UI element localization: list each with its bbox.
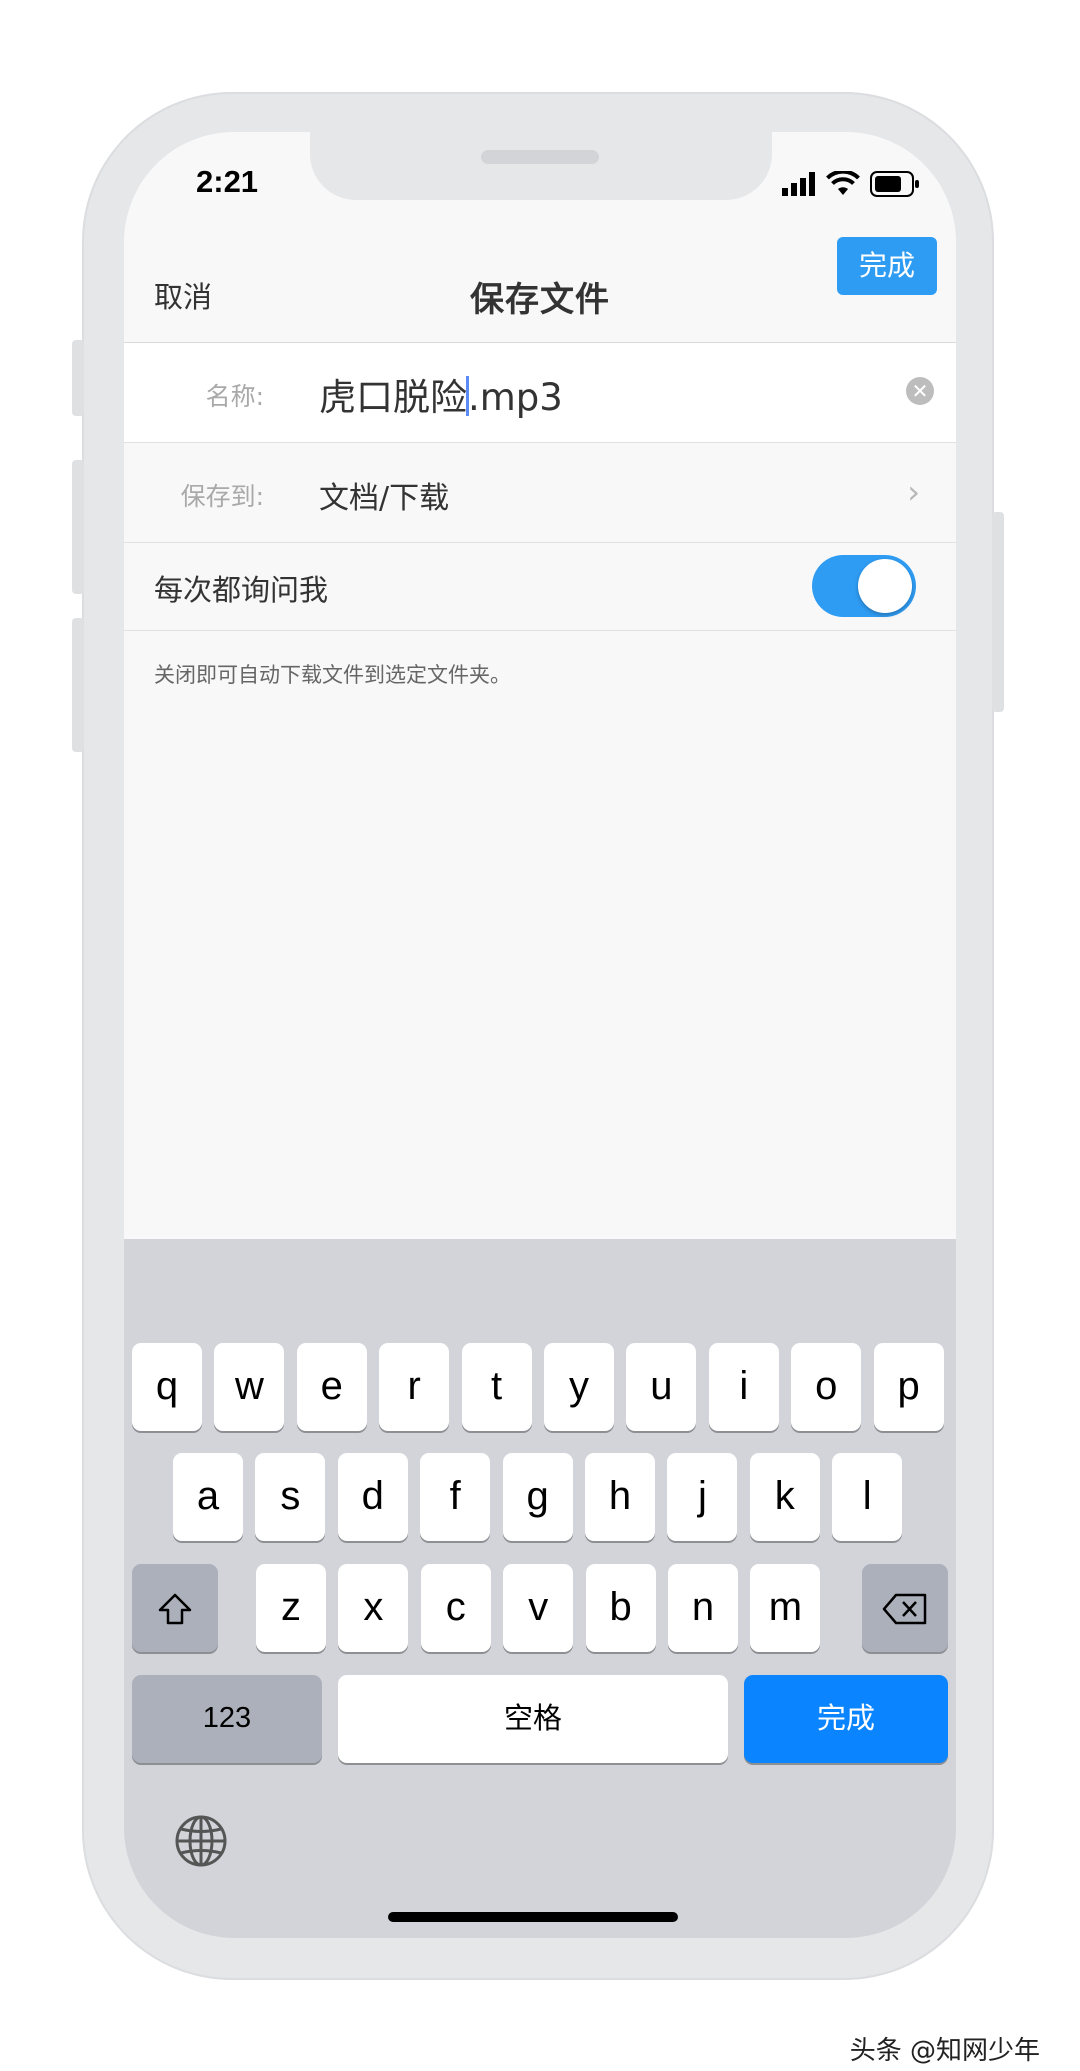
clear-text-icon[interactable]: ✕ (906, 377, 934, 405)
key-m[interactable]: m (750, 1564, 821, 1652)
signal-icon (782, 172, 815, 196)
key-p[interactable]: p (873, 1343, 944, 1431)
key-v[interactable]: v (503, 1564, 574, 1652)
page-title: 保存文件 (470, 280, 610, 320)
globe-icon[interactable] (174, 1814, 228, 1868)
key-z[interactable]: z (256, 1564, 326, 1652)
phone-screen: 2:21 取消 保存文件 完成 名称: 虎口脱险.mp3 ✕ 保存到: 文档/下… (124, 132, 956, 1938)
volume-up-button (72, 460, 84, 594)
ask-every-time-label: 每次都询问我 (154, 573, 329, 607)
key-e[interactable]: e (296, 1343, 367, 1431)
filename-text-before-cursor: 虎口脱险 (319, 376, 467, 419)
save-location-label: 保存到: (180, 482, 264, 511)
key-d[interactable]: d (337, 1453, 408, 1541)
notch (310, 132, 772, 200)
save-location-value: 文档/下载 (319, 481, 450, 516)
shift-icon (158, 1594, 192, 1625)
home-indicator[interactable] (388, 1912, 678, 1922)
done-button[interactable]: 完成 (837, 237, 937, 295)
toggle-knob (858, 559, 912, 613)
chevron-right-icon: › (907, 473, 920, 511)
key-l[interactable]: l (832, 1453, 903, 1541)
status-icons (782, 170, 920, 198)
filename-row: 名称: 虎口脱险.mp3 ✕ (124, 343, 956, 443)
key-n[interactable]: n (668, 1564, 738, 1652)
filename-input[interactable]: 虎口脱险.mp3 (319, 367, 563, 421)
key-q[interactable]: q (132, 1343, 202, 1431)
backspace-key[interactable] (862, 1564, 948, 1652)
volume-down-button (72, 618, 84, 752)
status-time: 2:21 (196, 164, 259, 199)
save-location-row[interactable]: 保存到: 文档/下载 › (124, 443, 956, 543)
battery-icon (870, 171, 919, 197)
key-g[interactable]: g (502, 1453, 573, 1541)
mute-switch (72, 340, 84, 416)
hint-text: 关闭即可自动下载文件到选定文件夹。 (154, 663, 511, 687)
shift-key[interactable] (132, 1564, 218, 1652)
filename-text-after-cursor: .mp3 (468, 376, 563, 419)
key-t[interactable]: t (461, 1343, 532, 1431)
key-w[interactable]: w (214, 1343, 285, 1431)
key-x[interactable]: x (338, 1564, 409, 1652)
wifi-icon (826, 171, 860, 195)
keyboard: qwertyuiop asdfghjkl zxcvbnm 123 空格 完成 (124, 1239, 956, 1938)
key-o[interactable]: o (791, 1343, 862, 1431)
key-j[interactable]: j (667, 1453, 738, 1541)
power-button (992, 512, 1004, 712)
keyboard-done-key[interactable]: 完成 (744, 1675, 948, 1763)
space-key[interactable]: 空格 (338, 1675, 728, 1763)
ask-every-time-row: 每次都询问我 (124, 543, 956, 631)
filename-label: 名称: (205, 382, 264, 411)
key-s[interactable]: s (255, 1453, 326, 1541)
key-r[interactable]: r (379, 1343, 450, 1431)
key-h[interactable]: h (585, 1453, 655, 1541)
key-k[interactable]: k (749, 1453, 820, 1541)
key-b[interactable]: b (585, 1564, 656, 1652)
key-c[interactable]: c (420, 1564, 491, 1652)
backspace-icon (882, 1594, 927, 1625)
speaker-grille (481, 150, 599, 164)
watermark-text: 头条 @知网少年 (849, 2036, 1040, 2066)
key-a[interactable]: a (173, 1453, 243, 1541)
navigation-bar: 取消 保存文件 完成 (124, 232, 956, 343)
key-f[interactable]: f (420, 1453, 491, 1541)
key-i[interactable]: i (708, 1343, 779, 1431)
key-u[interactable]: u (626, 1343, 697, 1431)
ask-every-time-toggle[interactable] (812, 555, 916, 617)
key-y[interactable]: y (544, 1343, 614, 1431)
numbers-key[interactable]: 123 (132, 1675, 322, 1763)
